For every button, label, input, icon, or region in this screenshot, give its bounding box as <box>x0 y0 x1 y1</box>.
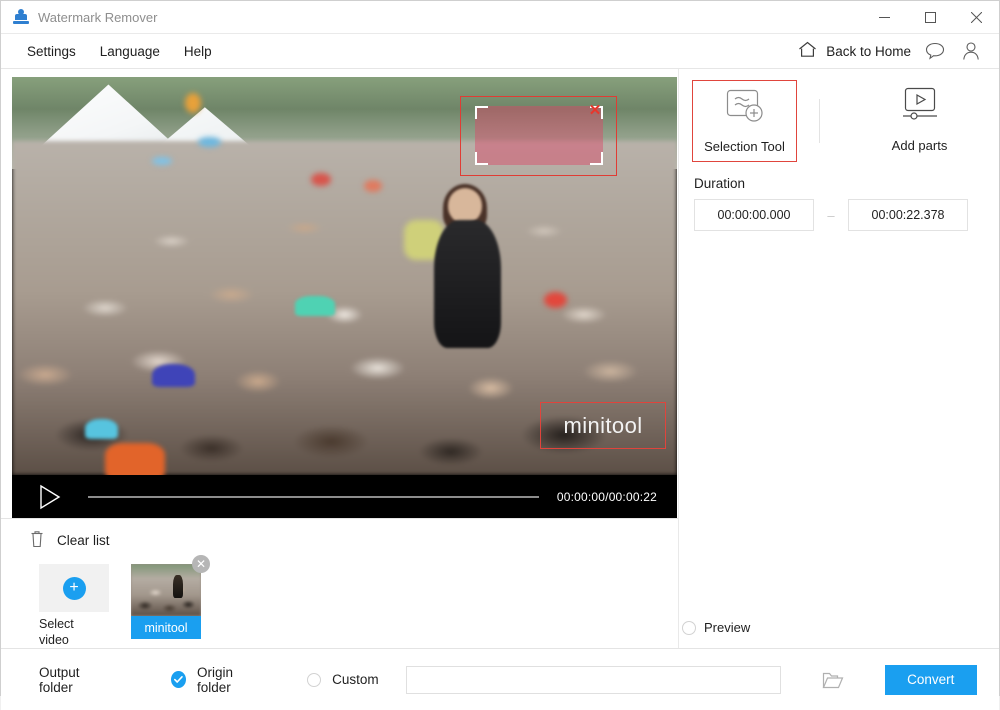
check-icon <box>174 676 183 683</box>
close-button[interactable] <box>953 1 999 34</box>
selection-handle-bottom-right[interactable] <box>590 152 603 165</box>
close-icon <box>970 11 982 23</box>
maximize-icon <box>924 11 936 23</box>
convert-button[interactable]: Convert <box>884 664 977 695</box>
back-to-home-label: Back to Home <box>826 43 911 59</box>
add-parts-icon <box>898 86 942 129</box>
duration-section: Duration 00:00:00.000 – 00:00:22.378 <box>679 162 999 231</box>
custom-folder-label: Custom <box>332 672 379 687</box>
video-watermark-text: minitool <box>563 412 643 438</box>
play-button[interactable] <box>38 484 62 510</box>
left-column: ✕ minitool 00:00:00/00:00:22 Clear list … <box>1 69 678 648</box>
chat-bubble-icon <box>925 42 945 60</box>
player-controls: 00:00:00/00:00:22 <box>12 475 677 518</box>
player-time-label: 00:00:00/00:00:22 <box>556 489 657 504</box>
preview-label: Preview <box>704 620 751 635</box>
minimize-button[interactable] <box>861 1 907 34</box>
account-button[interactable] <box>959 39 983 63</box>
folder-icon <box>822 672 844 688</box>
menu-bar: Settings Language Help Back to Home <box>1 34 999 69</box>
seek-bar[interactable] <box>88 495 539 498</box>
select-video-label-line1: Select <box>39 617 74 631</box>
play-icon <box>40 484 61 509</box>
custom-folder-option[interactable]: Custom <box>307 672 379 687</box>
app-logo-icon <box>13 9 29 25</box>
watermark-selection-box[interactable]: ✕ <box>460 96 617 176</box>
menu-item-settings[interactable]: Settings <box>15 40 88 63</box>
duration-separator: – <box>827 207 835 223</box>
select-video-button[interactable]: + Select video <box>39 564 109 648</box>
home-icon <box>798 41 817 61</box>
output-folder-label: Output folder <box>39 664 80 695</box>
output-path-input[interactable] <box>405 665 781 694</box>
browse-folder-button[interactable] <box>821 669 845 691</box>
select-video-label: Select video <box>39 612 109 648</box>
app-title: Watermark Remover <box>38 9 158 25</box>
footer-bar: Output folder Origin folder Custom Conve… <box>1 648 999 710</box>
back-to-home-button[interactable]: Back to Home <box>798 41 911 61</box>
window-controls <box>861 1 999 34</box>
select-video-box[interactable]: + <box>39 564 109 612</box>
video-player: ✕ minitool 00:00:00/00:00:22 <box>12 77 677 518</box>
tool-divider <box>819 99 820 143</box>
origin-folder-option[interactable]: Origin folder <box>171 665 262 695</box>
main-body: ✕ minitool 00:00:00/00:00:22 Clear list … <box>1 69 999 648</box>
origin-folder-radio-icon[interactable] <box>171 671 187 688</box>
selection-tool-icon <box>723 87 767 130</box>
preview-toggle[interactable]: Preview <box>679 620 999 648</box>
video-watermark: minitool <box>540 402 666 449</box>
list-item[interactable]: minitool ✕ <box>131 555 210 639</box>
thumbnail-label: minitool <box>131 616 201 639</box>
thumbnail-list: + Select video minitool ✕ <box>19 551 678 648</box>
origin-folder-label: Origin folder <box>197 664 234 695</box>
selection-handle-bottom-left[interactable] <box>475 152 488 165</box>
clear-list-label: Clear list <box>57 533 110 548</box>
maximize-button[interactable] <box>907 1 953 34</box>
selection-delete-icon[interactable]: ✕ <box>588 103 602 118</box>
selection-tool-label: Selection Tool <box>704 139 785 154</box>
menu-item-language[interactable]: Language <box>88 40 172 63</box>
app-window: Watermark Remover Settings Language Help <box>0 0 1000 710</box>
plus-icon: + <box>62 576 86 600</box>
preview-radio-icon[interactable] <box>682 620 696 635</box>
add-parts-button[interactable]: Add parts <box>867 80 972 160</box>
user-icon <box>963 42 979 60</box>
clear-list-button[interactable]: Clear list <box>19 527 678 551</box>
thumbnail-image[interactable] <box>131 564 201 616</box>
trash-icon <box>29 530 45 551</box>
video-canvas[interactable]: ✕ minitool <box>12 77 677 475</box>
menu-bar-right: Back to Home <box>798 39 999 63</box>
right-panel: Selection Tool Add parts Duration 00:00:… <box>678 69 999 648</box>
selection-tool-button[interactable]: Selection Tool <box>692 80 797 162</box>
file-list-panel: Clear list + Select video minitool ✕ <box>1 518 678 648</box>
select-video-label-line2: video <box>39 633 69 647</box>
selection-handle-top-left[interactable] <box>475 106 488 119</box>
custom-folder-radio-icon[interactable] <box>307 672 322 687</box>
menu-item-help[interactable]: Help <box>172 40 224 63</box>
duration-label: Duration <box>694 176 746 191</box>
feedback-button[interactable] <box>923 39 947 63</box>
title-bar-left: Watermark Remover <box>1 9 157 25</box>
selection-fill <box>475 106 603 165</box>
title-bar: Watermark Remover <box>1 1 999 34</box>
thumbnail-remove-icon[interactable]: ✕ <box>192 555 210 573</box>
duration-start-input[interactable]: 00:00:00.000 <box>694 199 814 231</box>
add-parts-label: Add parts <box>891 138 948 153</box>
tool-row: Selection Tool Add parts <box>679 69 999 162</box>
minimize-icon <box>878 16 890 18</box>
duration-row: 00:00:00.000 – 00:00:22.378 <box>694 199 999 231</box>
duration-end-input[interactable]: 00:00:22.378 <box>848 199 968 231</box>
